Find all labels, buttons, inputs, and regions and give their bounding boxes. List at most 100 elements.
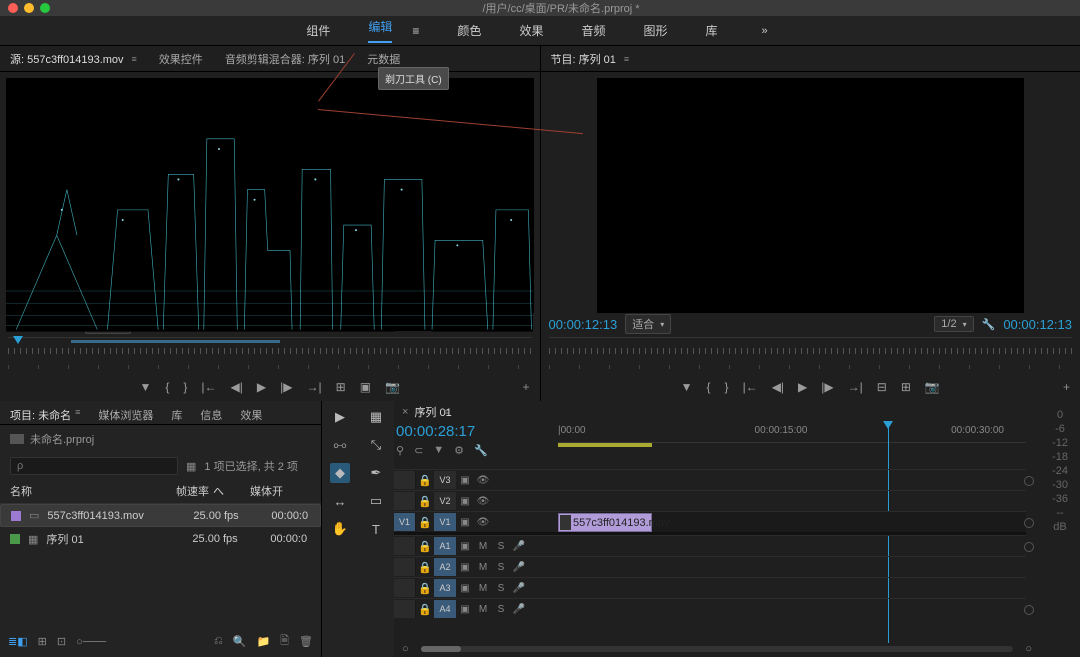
type-tool-icon[interactable]: T bbox=[366, 519, 386, 539]
tab-effects[interactable]: 效果 bbox=[240, 407, 262, 424]
lift-icon[interactable]: ⊟ bbox=[877, 380, 887, 394]
step-back-icon[interactable]: ◀| bbox=[772, 380, 784, 394]
settings-icon[interactable]: ⚙ bbox=[454, 444, 464, 457]
program-tab-menu-icon[interactable]: ≡ bbox=[624, 54, 629, 64]
slip-tool-icon[interactable]: ↔ bbox=[330, 491, 350, 511]
zoom-window[interactable] bbox=[40, 3, 50, 13]
hand-tool-icon[interactable]: ✋ bbox=[330, 519, 350, 539]
workspace-effects[interactable]: 效果 bbox=[519, 22, 543, 39]
play-icon[interactable]: ▶ bbox=[798, 380, 807, 394]
mark-out-icon[interactable]: } bbox=[183, 380, 187, 394]
workspace-assembly[interactable]: 组件 bbox=[306, 22, 330, 39]
workspace-audio[interactable]: 音频 bbox=[581, 22, 605, 39]
track-header-v1[interactable]: V1🔒V1▣👁 bbox=[394, 511, 558, 532]
source-monitor[interactable] bbox=[6, 78, 534, 313]
pen-tool-icon[interactable]: ✒ bbox=[366, 463, 386, 483]
find-icon[interactable]: 🔍 bbox=[233, 635, 247, 648]
track-a3[interactable] bbox=[558, 577, 1026, 598]
go-in-icon[interactable]: |← bbox=[201, 380, 216, 394]
tab-info[interactable]: 信息 bbox=[200, 407, 222, 424]
step-fwd-icon[interactable]: |▶ bbox=[821, 380, 833, 394]
go-in-icon[interactable]: |← bbox=[743, 380, 758, 394]
rectangle-tool-icon[interactable]: ▭ bbox=[366, 491, 386, 511]
filter-bin-icon[interactable]: ▦ bbox=[186, 460, 196, 473]
freeform-view-icon[interactable]: ⊡ bbox=[57, 635, 66, 648]
extract-icon[interactable]: ⊞ bbox=[901, 380, 911, 394]
add-marker-icon[interactable]: ▼ bbox=[140, 380, 152, 394]
track-v2[interactable] bbox=[558, 490, 1026, 511]
project-tab-menu-icon[interactable]: ≡ bbox=[75, 407, 80, 424]
new-bin-icon[interactable]: 📁 bbox=[256, 635, 270, 648]
new-item-icon[interactable]: 🗎 bbox=[280, 632, 289, 651]
source-tab-menu-icon[interactable]: ≡ bbox=[132, 54, 137, 64]
track-header-a4[interactable]: 🔒A4▣MS🎤 bbox=[394, 598, 558, 619]
track-a4[interactable] bbox=[558, 598, 1026, 619]
tab-audio-clip-mixer[interactable]: 音频剪辑混合器: 序列 01 bbox=[225, 51, 345, 67]
tab-effect-controls[interactable]: 效果控件 bbox=[159, 51, 203, 67]
track-header-a1[interactable]: 🔒A1▣MS🎤 bbox=[394, 535, 558, 556]
col-fps[interactable]: 帧速率へ bbox=[176, 483, 246, 499]
track-header-v2[interactable]: 🔒V2▣👁 bbox=[394, 490, 558, 511]
tab-source[interactable]: 源: 557c3ff014193.mov bbox=[10, 51, 124, 67]
program-scrub[interactable] bbox=[549, 337, 1073, 357]
project-row[interactable]: ▦ 序列 01 25.00 fps 00:00:0 bbox=[0, 527, 321, 551]
go-out-icon[interactable]: →| bbox=[307, 380, 322, 394]
tab-libraries[interactable]: 库 bbox=[171, 407, 182, 424]
timeline-tab-menu-icon[interactable]: ≡ bbox=[444, 407, 449, 417]
col-start[interactable]: 媒体开 bbox=[250, 483, 311, 499]
play-icon[interactable]: ▶ bbox=[257, 380, 266, 394]
time-ruler[interactable]: |00:00 00:00:15:00 00:00:30:00 bbox=[558, 423, 1026, 443]
marker-icon[interactable]: ▼ bbox=[433, 444, 444, 457]
workspace-color[interactable]: 颜色 bbox=[457, 22, 481, 39]
zoom-slider[interactable]: ○─── bbox=[76, 636, 106, 648]
program-fit-select[interactable]: 适合▾ bbox=[625, 314, 671, 334]
program-settings-icon[interactable]: 🔧 bbox=[982, 318, 996, 331]
zoom-in-icon[interactable]: ○ bbox=[1025, 643, 1032, 655]
track-header-a2[interactable]: 🔒A2▣MS🎤 bbox=[394, 556, 558, 577]
trash-icon[interactable]: 🗑 bbox=[299, 635, 313, 648]
linked-selection-icon[interactable]: ⊂ bbox=[414, 444, 423, 457]
zoom-scrollbar[interactable] bbox=[421, 646, 1014, 652]
source-scrub[interactable] bbox=[8, 337, 532, 357]
tab-program[interactable]: 节目: 序列 01 bbox=[551, 51, 616, 67]
icon-view-icon[interactable]: ⊞ bbox=[38, 635, 47, 648]
razor-tool-icon[interactable]: ◆ bbox=[330, 463, 350, 483]
export-frame-icon[interactable]: 📷 bbox=[925, 380, 940, 394]
wrench-icon[interactable]: 🔧 bbox=[474, 444, 488, 457]
workspace-overflow[interactable]: » bbox=[756, 23, 774, 39]
button-editor-icon[interactable]: + bbox=[522, 380, 529, 394]
program-tc-in[interactable]: 00:00:12:13 bbox=[549, 317, 618, 332]
track-header-a3[interactable]: 🔒A3▣MS🎤 bbox=[394, 577, 558, 598]
mark-out-icon[interactable]: } bbox=[725, 380, 729, 394]
timeline-clip[interactable]: 557c3ff014193.mov bbox=[558, 513, 652, 532]
tab-media-browser[interactable]: 媒体浏览器 bbox=[98, 407, 153, 424]
add-marker-icon[interactable]: ▼ bbox=[681, 380, 693, 394]
list-view-icon[interactable]: ≣◧ bbox=[8, 635, 28, 648]
export-frame-icon[interactable]: 📷 bbox=[385, 380, 400, 394]
mark-in-icon[interactable]: { bbox=[165, 380, 169, 394]
track-a1[interactable] bbox=[558, 535, 1026, 556]
go-out-icon[interactable]: →| bbox=[848, 380, 863, 394]
automate-icon[interactable]: ⎌ bbox=[214, 635, 223, 648]
project-search-input[interactable] bbox=[10, 457, 178, 475]
program-res-select[interactable]: 1/2▾ bbox=[934, 316, 973, 332]
close-window[interactable] bbox=[8, 3, 18, 13]
workspace-graphics[interactable]: 图形 bbox=[643, 22, 667, 39]
project-row[interactable]: ▭ 557c3ff014193.mov 25.00 fps 00:00:0 bbox=[0, 504, 321, 527]
step-fwd-icon[interactable]: |▶ bbox=[280, 380, 292, 394]
minimize-window[interactable] bbox=[24, 3, 34, 13]
ripple-edit-tool-icon[interactable]: ⧟ bbox=[330, 435, 350, 455]
col-name[interactable]: 名称 bbox=[10, 483, 172, 499]
workspace-editing[interactable]: 编辑 bbox=[368, 18, 392, 43]
track-v1[interactable]: 557c3ff014193.mov bbox=[558, 511, 1026, 532]
track-v3[interactable] bbox=[558, 469, 1026, 490]
work-area-bar[interactable] bbox=[558, 443, 1026, 449]
mark-in-icon[interactable]: { bbox=[707, 380, 711, 394]
workspace-menu-icon[interactable]: ≡ bbox=[412, 24, 419, 38]
tab-project[interactable]: 项目: 未命名 bbox=[10, 407, 71, 424]
track-select-tool-icon[interactable]: ▦ bbox=[366, 407, 386, 427]
track-a2[interactable] bbox=[558, 556, 1026, 577]
overwrite-icon[interactable]: ▣ bbox=[360, 380, 371, 394]
program-monitor[interactable] bbox=[597, 78, 1025, 313]
snap-icon[interactable]: ⚲ bbox=[396, 444, 404, 457]
